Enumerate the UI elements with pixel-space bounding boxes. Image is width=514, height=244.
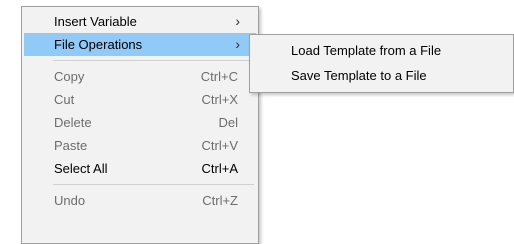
menu-item-shortcut: Del	[218, 115, 238, 130]
menu-item-label: Undo	[54, 193, 86, 208]
menu-item-label: File Operations	[54, 37, 143, 52]
menu-item-delete: Delete Del	[24, 111, 256, 134]
menu-item-undo: Undo Ctrl+Z	[24, 189, 256, 212]
menu-item-shortcut: Ctrl+Z	[202, 193, 238, 208]
menu-item-label: Save Template to a File	[291, 68, 427, 83]
menu-item-label: Delete	[54, 115, 92, 130]
menu-item-label: Cut	[54, 92, 75, 107]
menu-separator	[24, 180, 256, 189]
menu-item-label: Insert Variable	[54, 14, 137, 29]
menu-item-copy: Copy Ctrl+C	[24, 65, 256, 88]
menu-item-shortcut: Ctrl+A	[201, 161, 238, 176]
menu-item-cut: Cut Ctrl+X	[24, 88, 256, 111]
file-operations-submenu: Load Template from a File Save Template …	[249, 34, 514, 93]
menu-item-load-template[interactable]: Load Template from a File	[252, 38, 511, 63]
menu-item-shortcut: Ctrl+X	[201, 92, 238, 107]
menu-item-label: Paste	[54, 138, 88, 153]
menu-item-label: Copy	[54, 69, 85, 84]
menu-item-shortcut: Ctrl+C	[200, 69, 238, 84]
menu-separator	[24, 56, 256, 65]
chevron-right-icon: ›	[235, 13, 240, 29]
menu-item-paste: Paste Ctrl+V	[24, 134, 256, 157]
menu-item-file-operations[interactable]: File Operations ›	[24, 33, 256, 56]
chevron-right-icon: ›	[235, 36, 240, 52]
canvas: Insert Variable › File Operations › Copy…	[0, 0, 514, 244]
context-menu: Insert Variable › File Operations › Copy…	[21, 6, 259, 244]
menu-item-insert-variable[interactable]: Insert Variable ›	[24, 10, 256, 33]
menu-item-save-template[interactable]: Save Template to a File	[252, 63, 511, 88]
menu-item-shortcut: Ctrl+V	[201, 138, 238, 153]
menu-item-select-all[interactable]: Select All Ctrl+A	[24, 157, 256, 180]
menu-item-label: Select All	[54, 161, 108, 176]
menu-item-label: Load Template from a File	[291, 43, 442, 58]
